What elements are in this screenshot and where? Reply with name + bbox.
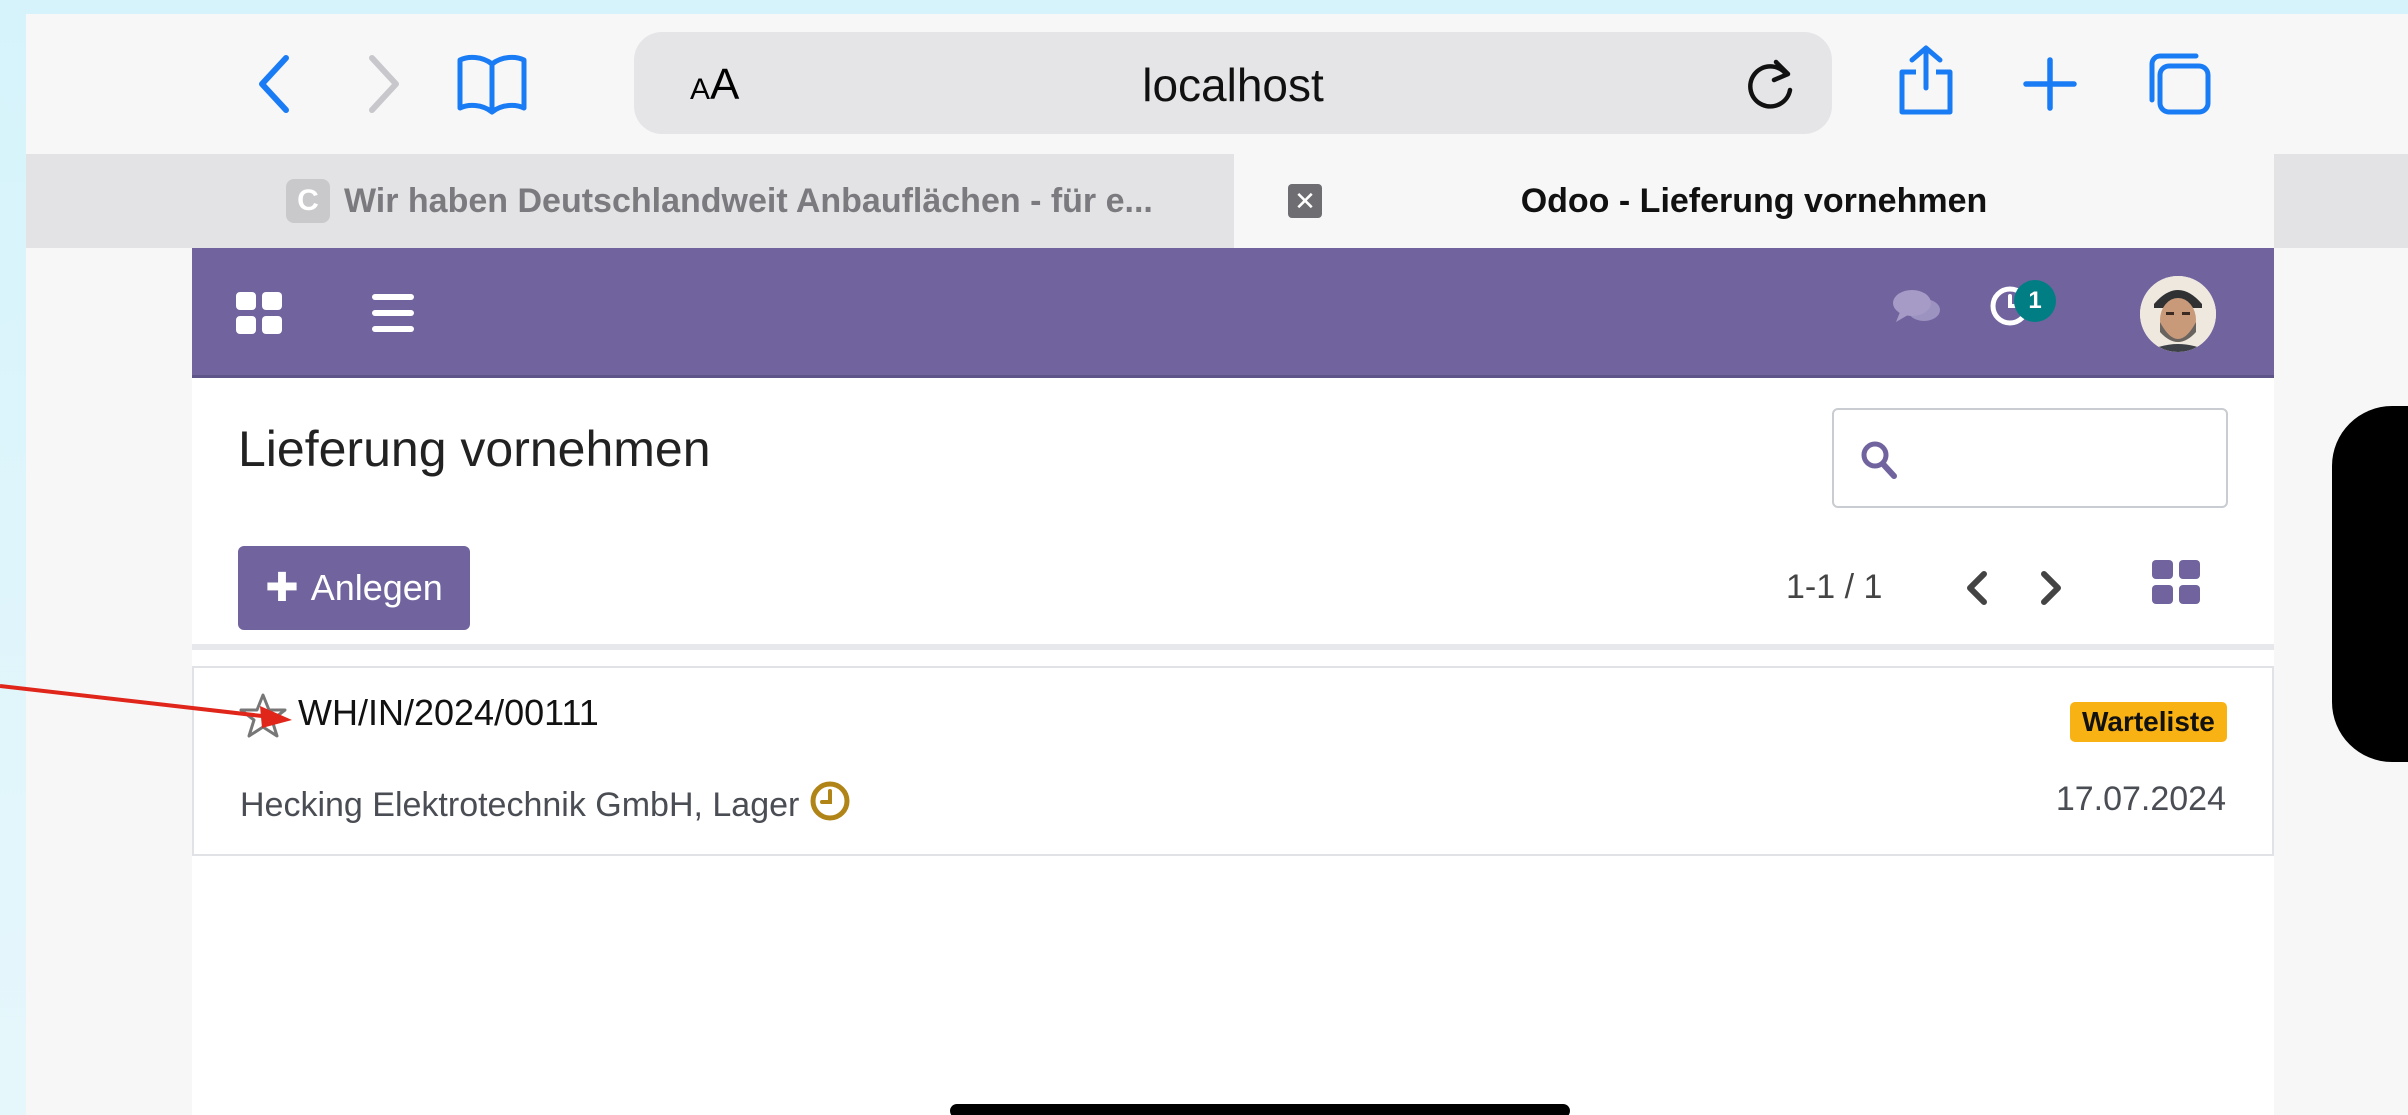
main-navbar: 1 [192,248,2274,378]
tab-title: Wir haben Deutschlandweit Anbauflächen -… [344,181,1153,220]
search-icon [1860,440,1898,485]
url-text[interactable]: localhost [634,58,1832,112]
hamburger-menu-icon[interactable] [372,294,414,337]
share-icon[interactable] [1896,44,1956,116]
tab-inactive[interactable]: C Wir haben Deutschlandweit Anbauflächen… [26,154,1234,248]
kanban-view-icon[interactable] [2152,560,2200,609]
page-title: Lieferung vornehmen [238,421,711,477]
odoo-app: 1 Lieferung vornehmen ✚ Anlegen 1-1 / 1 [192,248,2274,1115]
create-button[interactable]: ✚ Anlegen [238,546,470,630]
browser-screen: AA localhost C Wir haben Deutschlandweit… [26,14,2408,1115]
record-reference: WH/IN/2024/00111 [298,692,599,733]
tab-bar: C Wir haben Deutschlandweit Anbauflächen… [26,154,2408,248]
close-tab-icon[interactable]: ✕ [1288,184,1322,218]
control-panel: Lieferung vornehmen ✚ Anlegen 1-1 / 1 [192,378,2274,650]
bookmarks-icon[interactable] [456,52,528,116]
pager-value[interactable]: 1-1 / 1 [1786,568,1882,607]
back-icon[interactable] [252,52,296,116]
record-partner: Hecking Elektrotechnik GmbH, Lager [240,780,851,831]
site-favicon: C [286,179,330,223]
forward-icon[interactable] [362,52,406,116]
search-input[interactable] [1832,408,2228,508]
side-handle [2332,406,2408,762]
status-badge: Warteliste [2070,702,2227,742]
apps-menu-icon[interactable] [236,292,282,339]
pager-previous-icon[interactable] [1962,568,1990,613]
record-date: 17.07.2024 [2055,780,2226,818]
discuss-icon[interactable] [1892,288,1942,333]
tab-active[interactable]: Odoo - Lieferung vornehmen [1234,154,2274,248]
tab-title: Odoo - Lieferung vornehmen [1520,181,1988,220]
address-bar[interactable]: AA localhost [634,32,1832,134]
partner-name: Hecking Elektrotechnik GmbH, Lager [240,786,800,824]
activity-count-badge: 1 [2014,280,2056,322]
reload-icon[interactable] [1746,58,1796,117]
plus-icon: ✚ [265,566,299,610]
new-tab-icon[interactable] [2022,56,2078,112]
browser-toolbar: AA localhost [26,14,2408,154]
create-button-label: Anlegen [310,567,443,608]
user-avatar[interactable] [2140,276,2216,352]
pager-next-icon[interactable] [2038,568,2066,613]
tabs-overview-icon[interactable] [2144,50,2214,118]
kanban-record[interactable]: WH/IN/2024/00111 Warteliste Hecking Elek… [192,666,2274,856]
home-indicator [950,1104,1570,1115]
activity-clock-icon[interactable] [809,780,851,831]
star-icon[interactable] [238,692,288,745]
